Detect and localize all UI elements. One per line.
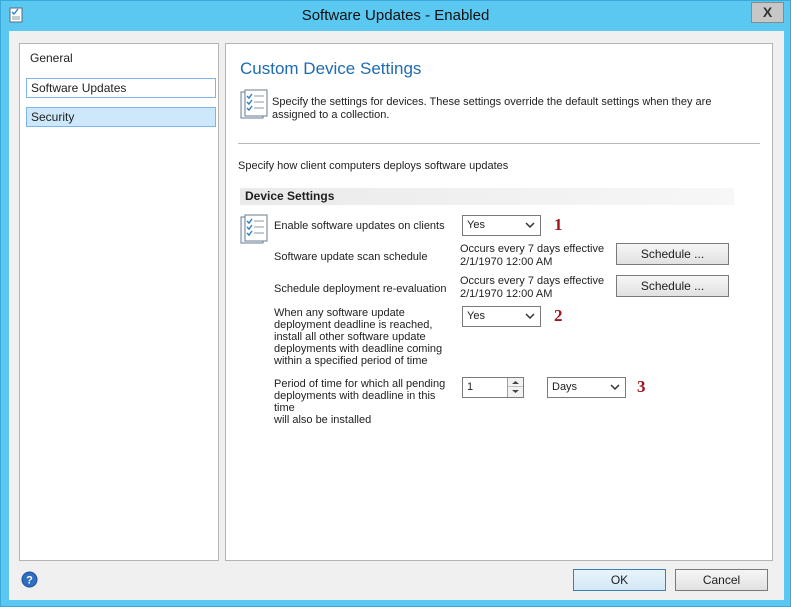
enable-updates-dropdown[interactable]: Yes	[462, 215, 541, 236]
scan-schedule-button[interactable]: Schedule ...	[616, 243, 729, 265]
chevron-down-icon[interactable]	[523, 309, 537, 323]
annotation-number: 1	[554, 215, 563, 234]
stepper-buttons	[507, 378, 523, 397]
page-description: Specify the settings for devices. These …	[272, 96, 712, 121]
chevron-down-icon[interactable]	[523, 218, 537, 232]
scan-schedule-label: Software update scan schedule	[274, 251, 428, 263]
deadline-label-line: install all other software update	[274, 331, 426, 343]
settings-document-icon	[238, 214, 270, 246]
reevaluation-schedule-line1: Occurs every 7 days effective	[460, 275, 605, 287]
close-icon: X	[762, 4, 773, 20]
ok-button[interactable]: OK	[573, 569, 666, 591]
deadline-label-line: deployments with deadline coming	[274, 343, 443, 355]
deadline-label: When any software update deployment dead…	[274, 307, 454, 367]
deadline-dropdown[interactable]: Yes	[462, 306, 541, 327]
section-title: Device Settings	[240, 188, 734, 205]
settings-nav: General Software Updates Security	[19, 43, 219, 561]
page-title: Custom Device Settings	[240, 59, 422, 78]
reevaluation-schedule-button[interactable]: Schedule ...	[616, 275, 729, 297]
deadline-label-line: within a specified period of time	[274, 355, 428, 367]
enable-updates-value: Yes	[467, 219, 485, 231]
svg-text:?: ?	[26, 575, 33, 587]
scan-schedule-line1: Occurs every 7 days effective	[460, 243, 605, 255]
annotation-number: 3	[637, 377, 646, 396]
period-label: Period of time for which all pending dep…	[274, 378, 459, 426]
period-label-line: deployments with deadline in this time	[274, 390, 436, 414]
deadline-value: Yes	[467, 310, 485, 322]
period-stepper[interactable]: 1	[462, 377, 524, 398]
deadline-label-line: deployment deadline is reached,	[274, 319, 433, 331]
close-button[interactable]: X	[751, 2, 784, 23]
dialog-body: General Software Updates Security Custom…	[9, 31, 784, 600]
period-value[interactable]: 1	[467, 381, 473, 393]
title-bar[interactable]: Software Updates - Enabled X	[1, 1, 790, 31]
cancel-button[interactable]: Cancel	[675, 569, 768, 591]
period-unit-dropdown[interactable]: Days	[547, 377, 626, 398]
stepper-down-icon[interactable]	[508, 387, 523, 396]
nav-item-security[interactable]: Security	[26, 107, 216, 127]
annotation-number: 2	[554, 306, 563, 325]
nav-item-general[interactable]: General	[26, 49, 216, 69]
reevaluation-label: Schedule deployment re-evaluation	[274, 283, 447, 295]
stepper-up-icon[interactable]	[508, 378, 523, 387]
deadline-label-line: When any software update	[274, 307, 405, 319]
nav-item-software-updates[interactable]: Software Updates	[26, 78, 216, 98]
dialog-window: Software Updates - Enabled X General Sof…	[0, 0, 791, 607]
settings-content: Custom Device Settings Specify the setti…	[225, 43, 773, 561]
divider	[238, 143, 760, 144]
enable-updates-label: Enable software updates on clients	[274, 220, 445, 232]
period-label-line: Period of time for which all pending	[274, 378, 446, 390]
window-title: Software Updates - Enabled	[301, 7, 490, 24]
instruction-text: Specify how client computers deploys sof…	[238, 160, 509, 172]
scan-schedule-line2: 2/1/1970 12:00 AM	[460, 256, 553, 268]
reevaluation-schedule-line2: 2/1/1970 12:00 AM	[460, 288, 553, 300]
period-unit-value: Days	[552, 381, 578, 393]
settings-document-icon	[238, 89, 270, 121]
period-label-line: will also be installed	[274, 414, 372, 426]
chevron-down-icon[interactable]	[608, 380, 622, 394]
help-icon[interactable]: ?	[21, 571, 38, 588]
